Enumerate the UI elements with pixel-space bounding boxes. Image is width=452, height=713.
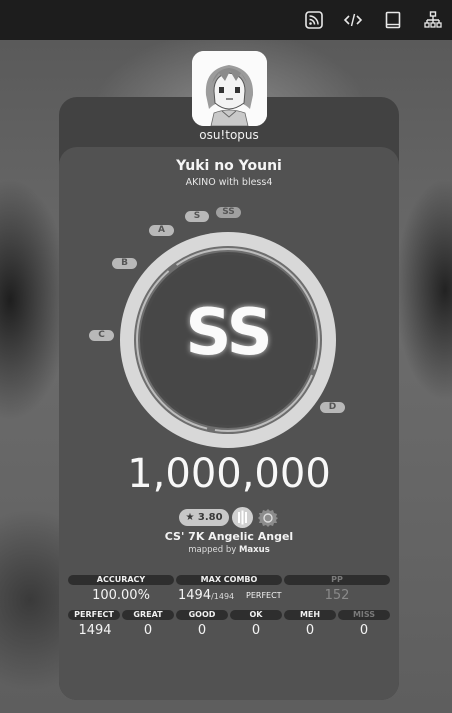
- rss-icon[interactable]: [304, 10, 324, 30]
- ok-value: 0: [251, 623, 261, 638]
- meh-value: 0: [305, 623, 315, 638]
- combo-count: 1494: [178, 588, 212, 603]
- mapper-name[interactable]: Maxus: [239, 545, 270, 555]
- great-label: GREAT: [122, 610, 174, 620]
- ok-label: OK: [230, 610, 282, 620]
- grade-marker-s: S: [185, 211, 209, 222]
- combo-perfect-tag: PERFECT: [246, 591, 282, 600]
- avatar[interactable]: [192, 51, 267, 126]
- max-combo-value: 1494/1494: [178, 588, 238, 603]
- beatmap-title: Yuki no Youni: [176, 158, 282, 174]
- mapper-line: mapped by Maxus: [59, 545, 399, 555]
- total-score: 1,000,000: [127, 451, 331, 497]
- good-label: GOOD: [176, 610, 228, 620]
- difficulty-name: CS' 7K Angelic Angel: [164, 530, 294, 543]
- accuracy-value: 100.00%: [92, 588, 150, 603]
- mania-mode-icon: [232, 507, 253, 528]
- mapped-by-label: mapped by: [188, 545, 237, 555]
- meh-label: MEH: [284, 610, 336, 620]
- great-value: 0: [143, 623, 153, 638]
- pp-label: PP: [284, 575, 390, 585]
- grade-marker-c: C: [89, 330, 114, 341]
- good-value: 0: [197, 623, 207, 638]
- max-combo-label: MAX COMBO: [176, 575, 282, 585]
- beatmap-artist: AKINO with bless4: [185, 177, 273, 188]
- pp-value: 152: [324, 588, 350, 603]
- grade-marker-ss: SS: [216, 207, 241, 218]
- miss-label: MISS: [338, 610, 390, 620]
- book-icon[interactable]: [383, 10, 403, 30]
- mod-gear-icon[interactable]: [258, 508, 278, 528]
- username[interactable]: osu!topus: [159, 128, 299, 142]
- accuracy-label: ACCURACY: [68, 575, 174, 585]
- combo-max: /1494: [211, 592, 235, 601]
- perfect-label: PERFECT: [68, 610, 120, 620]
- star-rating-badge: ★ 3.80: [179, 509, 229, 526]
- top-toolbar: [0, 0, 452, 40]
- grade-display: SS: [185, 296, 272, 370]
- perfect-value: 1494: [78, 623, 112, 638]
- code-icon[interactable]: [343, 10, 363, 30]
- tree-icon[interactable]: [423, 10, 443, 30]
- miss-value: 0: [359, 623, 369, 638]
